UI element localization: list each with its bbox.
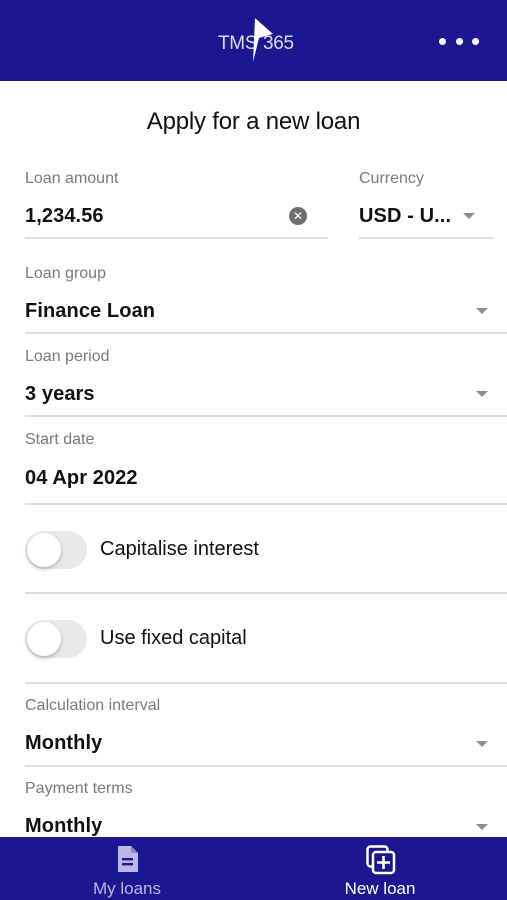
loan-amount-underline (25, 237, 328, 239)
loan-period-underline (25, 415, 507, 417)
page-title: Apply for a new loan (146, 108, 361, 135)
toggle-knob (27, 622, 61, 656)
tab-my-loans[interactable]: My loans (0, 837, 254, 900)
document-icon (118, 846, 138, 872)
capitalise-interest-divider (25, 592, 507, 594)
calculation-interval-label: Calculation interval (25, 697, 161, 714)
app-header: TMS 365 (0, 0, 507, 81)
tab-new-loan-label: New loan (344, 879, 416, 898)
loan-group-chevron-down-icon[interactable] (476, 308, 488, 314)
capitalise-interest-label: Capitalise interest (100, 538, 259, 560)
calculation-interval-underline (25, 765, 507, 767)
loan-period-select[interactable]: 3 years (25, 383, 95, 406)
tms365-logo: TMS 365 (215, 16, 297, 68)
start-date-label: Start date (25, 431, 95, 448)
start-date-underline (25, 503, 507, 505)
more-horizontal-icon (439, 37, 446, 45)
more-options-button[interactable] (439, 30, 479, 52)
payment-terms-select[interactable]: Monthly (25, 815, 102, 838)
loan-period-chevron-down-icon[interactable] (476, 391, 488, 397)
start-date-field[interactable]: 04 Apr 2022 (25, 467, 138, 490)
use-fixed-capital-toggle[interactable] (25, 620, 87, 658)
loan-group-label: Loan group (25, 265, 106, 282)
loan-amount-input[interactable]: 1,234.56 (25, 205, 104, 228)
loan-period-label: Loan period (25, 348, 110, 365)
currency-chevron-down-icon[interactable] (463, 213, 475, 219)
calculation-interval-select[interactable]: Monthly (25, 732, 102, 755)
use-fixed-capital-divider (25, 682, 507, 684)
currency-underline (359, 237, 494, 239)
capitalise-interest-toggle[interactable] (25, 531, 87, 569)
payment-terms-chevron-down-icon[interactable] (476, 824, 488, 830)
clear-icon[interactable]: ✕ (289, 207, 307, 225)
more-dot (455, 37, 463, 45)
currency-label: Currency (359, 170, 424, 187)
tab-my-loans-label: My loans (92, 879, 162, 898)
loan-group-select[interactable]: Finance Loan (25, 300, 155, 323)
loan-amount-label: Loan amount (25, 170, 119, 187)
use-fixed-capital-label: Use fixed capital (100, 627, 247, 649)
bottom-tab-bar: My loans New loan (0, 837, 507, 900)
payment-terms-label: Payment terms (25, 780, 133, 797)
toggle-knob (27, 533, 61, 567)
logo-text-365: 365 (263, 33, 294, 54)
tab-new-loan[interactable]: New loan (253, 837, 507, 900)
loan-group-underline (25, 332, 507, 334)
add-copy-icon (366, 845, 396, 875)
calculation-interval-chevron-down-icon[interactable] (476, 741, 488, 747)
more-dot (472, 37, 479, 45)
currency-select[interactable]: USD - U... (359, 205, 451, 228)
